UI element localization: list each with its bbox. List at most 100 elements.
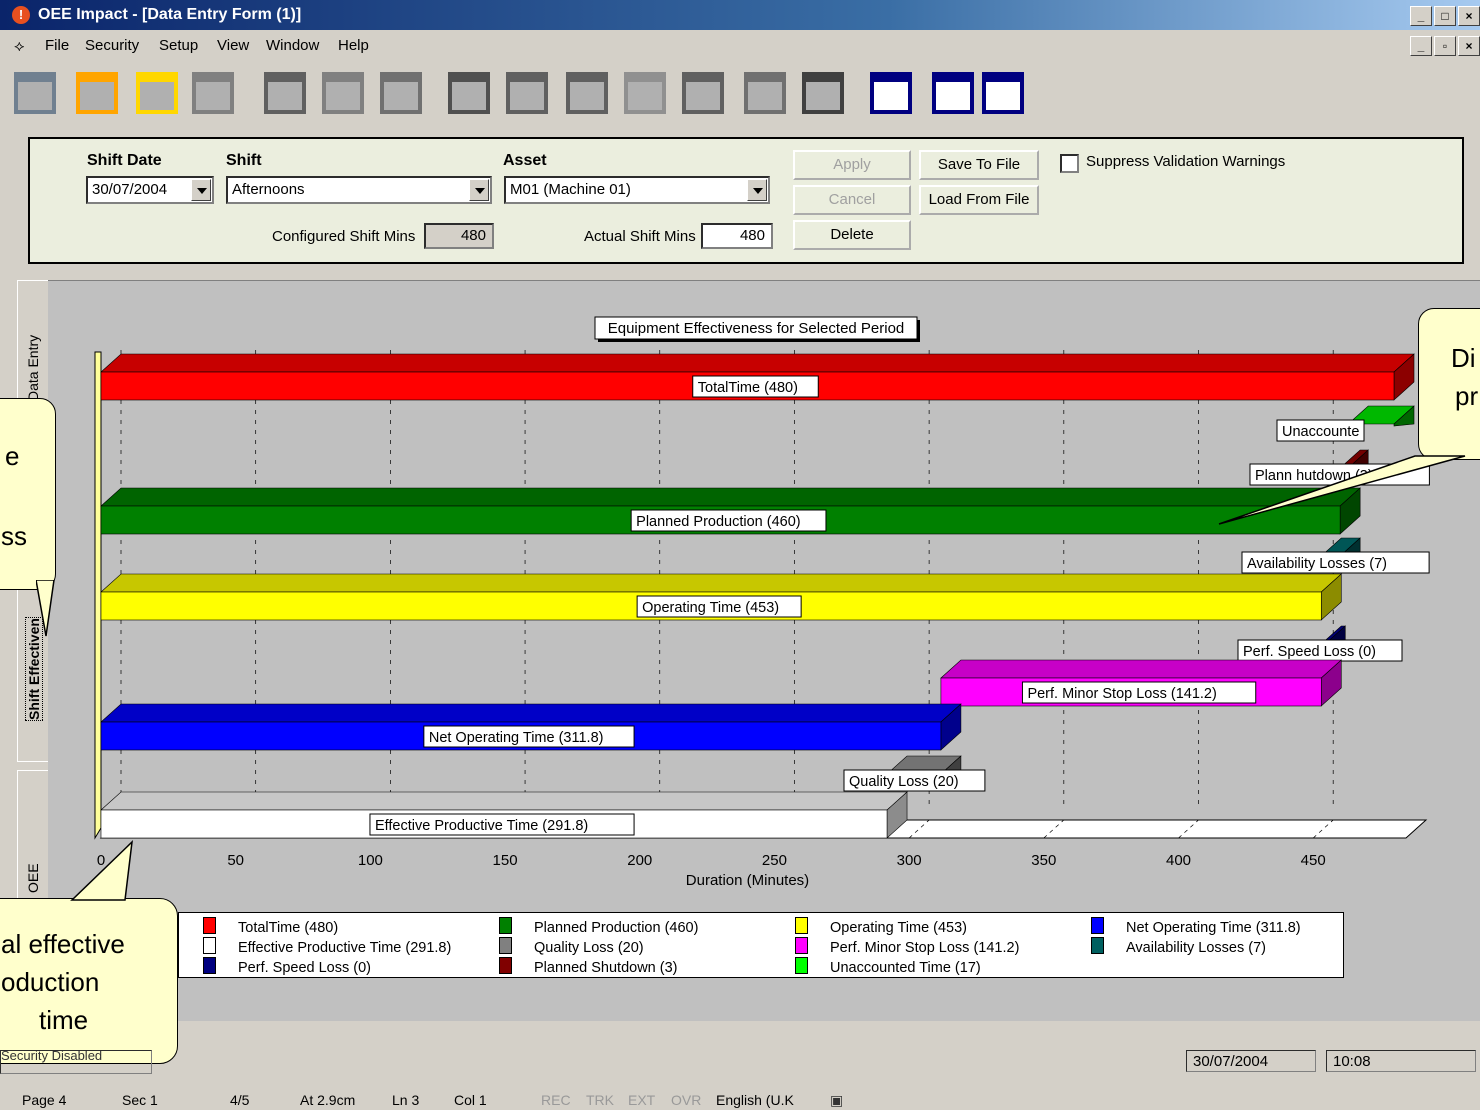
- x-tick-label: 200: [627, 852, 652, 869]
- legend-label: Perf. Speed Loss (0): [238, 960, 371, 976]
- callout-left-line-1: e: [5, 441, 20, 471]
- legend-label: Quality Loss (20): [534, 940, 644, 956]
- window-cascade-icon[interactable]: [864, 66, 918, 120]
- asset-select[interactable]: M01 (Machine 01): [504, 176, 770, 204]
- status-security: Security Disabled: [0, 1050, 152, 1074]
- legend-swatch: [1091, 937, 1104, 954]
- edit-icon[interactable]: [374, 66, 428, 120]
- menu-view[interactable]: View: [217, 37, 249, 54]
- legend-swatch: [203, 917, 216, 934]
- refresh-icon[interactable]: [500, 66, 554, 120]
- window-tile-vertical-icon[interactable]: [976, 66, 1030, 120]
- legend-item: Perf. Minor Stop Loss (141.2): [795, 937, 1019, 956]
- status-ext[interactable]: EXT: [628, 1092, 655, 1108]
- legend-label: Planned Production (460): [534, 920, 699, 936]
- minimize-button[interactable]: _: [1410, 6, 1432, 26]
- tab-oee-label: OEE: [25, 863, 41, 893]
- callout-bottom-left: al effective oduction time: [0, 898, 178, 1064]
- save-to-file-button[interactable]: Save To File: [919, 150, 1039, 180]
- copy-icon[interactable]: [796, 66, 850, 120]
- report-icon[interactable]: [258, 66, 312, 120]
- frame-icon[interactable]: [676, 66, 730, 120]
- child-restore-button[interactable]: ▫: [1434, 36, 1456, 56]
- save-icon[interactable]: [186, 66, 240, 120]
- shift-date-label: Shift Date: [87, 152, 162, 169]
- tab-oee[interactable]: OEE: [17, 770, 48, 902]
- window-title: OEE Impact - [Data Entry Form (1)]: [38, 6, 302, 23]
- status-language: English (U.K: [716, 1092, 794, 1108]
- callout-bottom-line-2: oduction: [1, 967, 100, 997]
- menu-file[interactable]: File: [45, 37, 69, 54]
- configured-shift-mins-label: Configured Shift Mins: [272, 228, 416, 245]
- status-at: At 2.9cm: [300, 1092, 356, 1108]
- child-minimize-button[interactable]: _: [1410, 36, 1432, 56]
- legend-swatch: [499, 937, 512, 954]
- legend-label: Effective Productive Time (291.8): [238, 940, 452, 956]
- chevron-down-icon[interactable]: [469, 179, 489, 201]
- app-menu-icon[interactable]: ⟡: [14, 38, 25, 56]
- bar-label: Availability Losses (7): [1247, 556, 1387, 572]
- load-from-file-button[interactable]: Load From File: [919, 185, 1039, 215]
- menu-help[interactable]: Help: [338, 37, 369, 54]
- legend-swatch: [795, 957, 808, 974]
- legend-swatch: [499, 917, 512, 934]
- chart-legend: TotalTime (480) Effective Productive Time…: [178, 912, 1344, 978]
- apply-button[interactable]: Apply: [793, 150, 911, 180]
- menu-window[interactable]: Window: [266, 37, 319, 54]
- add-chart-icon[interactable]: [70, 66, 124, 120]
- menu-security[interactable]: Security: [85, 37, 139, 54]
- resize-icon[interactable]: [560, 66, 614, 120]
- legend-item: Net Operating Time (311.8): [1091, 917, 1301, 936]
- child-close-button[interactable]: ×: [1458, 36, 1480, 56]
- close-button[interactable]: ×: [1458, 6, 1480, 26]
- x-axis-label: Duration (Minutes): [686, 872, 809, 889]
- legend-label: Operating Time (453): [830, 920, 968, 936]
- zoom-icon[interactable]: [618, 66, 672, 120]
- status-rec[interactable]: REC: [541, 1092, 571, 1108]
- legend-item: Unaccounted Time (17): [795, 957, 981, 976]
- chevron-down-icon[interactable]: [191, 179, 211, 201]
- spelling-icon[interactable]: ▣: [830, 1092, 843, 1109]
- document-status-bar: Page 4 Sec 1 4/5 At 2.9cm Ln 3 Col 1 REC…: [0, 1090, 1480, 1110]
- shift-select[interactable]: Afternoons: [226, 176, 492, 204]
- bar-label: Effective Productive Time (291.8): [375, 818, 588, 834]
- shift-date-picker[interactable]: 30/07/2004: [86, 176, 214, 204]
- select-arrow-icon[interactable]: [442, 66, 496, 120]
- cancel-button[interactable]: Cancel: [793, 185, 911, 215]
- menu-bar: ⟡ File Security Setup View Window Help _…: [0, 32, 1480, 60]
- chart-side-wall: [94, 351, 102, 840]
- actual-shift-mins-label: Actual Shift Mins: [584, 228, 696, 245]
- legend-label: TotalTime (480): [238, 920, 339, 936]
- maximize-button[interactable]: □: [1434, 6, 1456, 26]
- bar-top: [940, 659, 1343, 679]
- legend-swatch: [795, 937, 808, 954]
- legend-swatch: [203, 957, 216, 974]
- window-tile-horizontal-icon[interactable]: [926, 66, 980, 120]
- legend-item: Operating Time (453): [795, 917, 967, 936]
- suppress-validation-label: Suppress Validation Warnings: [1086, 153, 1286, 170]
- callout-right-line-2: pr: [1455, 381, 1479, 411]
- chevron-down-icon[interactable]: [747, 179, 767, 201]
- x-tick-label: 50: [227, 852, 244, 869]
- callout-right-line-1: Di: [1451, 343, 1476, 373]
- legend-swatch: [795, 917, 808, 934]
- legend-item: TotalTime (480): [203, 917, 338, 936]
- suppress-validation-checkbox[interactable]: [1060, 154, 1079, 173]
- title-bar: ! OEE Impact - [Data Entry Form (1)] _ □…: [0, 0, 1480, 30]
- delete-button[interactable]: Delete: [793, 220, 911, 250]
- status-trk[interactable]: TRK: [586, 1092, 614, 1108]
- open-folder-icon[interactable]: [130, 66, 184, 120]
- data-entry-icon[interactable]: [8, 66, 62, 120]
- actual-shift-mins-input[interactable]: 480: [701, 223, 773, 249]
- tab-data-entry-label: Data Entry: [25, 334, 41, 401]
- callout-left-line-3: ss: [1, 521, 27, 551]
- print-icon[interactable]: [738, 66, 792, 120]
- bar-label: Perf. Speed Loss (0): [1243, 644, 1376, 660]
- status-ovr[interactable]: OVR: [671, 1092, 701, 1108]
- menu-setup[interactable]: Setup: [159, 37, 198, 54]
- bar-label: Quality Loss (20): [849, 774, 959, 790]
- status-date: 30/07/2004: [1186, 1050, 1316, 1072]
- layout-icon[interactable]: [316, 66, 370, 120]
- legend-item: Planned Production (460): [499, 917, 698, 936]
- entry-form-panel: Shift Date 30/07/2004 Shift Afternoons A…: [28, 137, 1464, 264]
